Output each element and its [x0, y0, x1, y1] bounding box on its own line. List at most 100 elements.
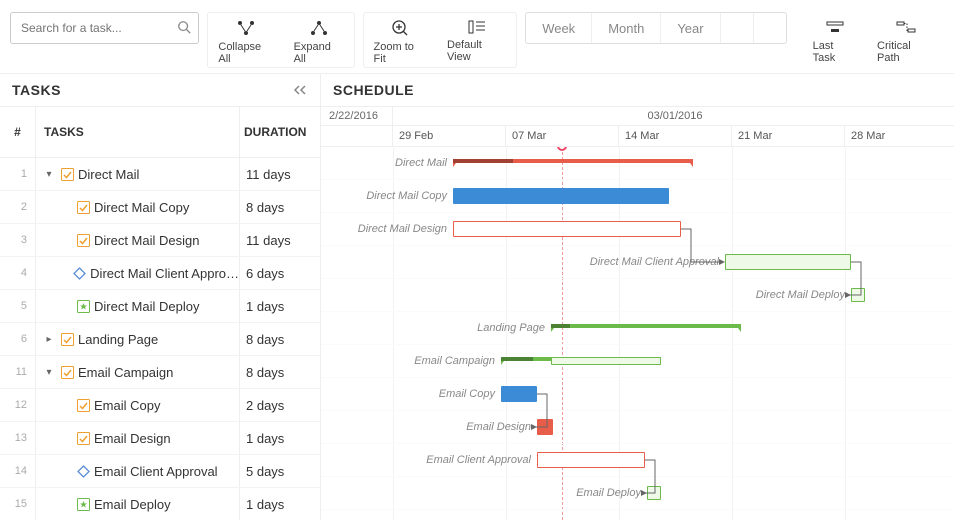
last-task-icon	[825, 18, 845, 36]
gantt-chart[interactable]: Direct MailDirect Mail CopyDirect Mail D…	[321, 147, 954, 520]
task-row[interactable]: 1▾Direct Mail11 days	[0, 158, 320, 191]
task-row[interactable]: 5Direct Mail Deploy1 days	[0, 290, 320, 323]
view-year-button[interactable]: Year	[661, 13, 720, 43]
gantt-label: Direct Mail Deploy	[725, 289, 845, 301]
task-cell[interactable]: Direct Mail Deploy	[36, 290, 240, 322]
task-cell[interactable]: Direct Mail Design	[36, 224, 240, 256]
check-orange-icon	[60, 332, 74, 346]
task-duration: 1 days	[240, 290, 320, 322]
collapse-all-label: Collapse All	[218, 41, 273, 65]
gantt-row: Direct Mail Design	[321, 213, 954, 246]
task-cell[interactable]: Direct Mail Copy	[36, 191, 240, 223]
task-row[interactable]: 3Direct Mail Design11 days	[0, 224, 320, 257]
task-row[interactable]: 6▸Landing Page8 days	[0, 323, 320, 356]
view-prev-button[interactable]	[721, 13, 754, 43]
toggle-icon[interactable]: ▾	[42, 367, 56, 378]
gantt-bar[interactable]	[725, 254, 851, 270]
task-row[interactable]: 2Direct Mail Copy8 days	[0, 191, 320, 224]
timeline-tick: 21 Mar	[732, 126, 845, 146]
search-icon[interactable]	[177, 20, 191, 34]
gantt-bar[interactable]	[537, 419, 553, 435]
gantt-label: Direct Mail Client Approval	[559, 256, 719, 268]
gantt-bar[interactable]	[537, 452, 645, 468]
task-row[interactable]: 15Email Deploy1 days	[0, 488, 320, 520]
task-row[interactable]: 14Email Client Approval5 days	[0, 455, 320, 488]
gantt-row: Direct Mail Client Approval	[321, 246, 954, 279]
task-duration: 11 days	[240, 158, 320, 190]
task-cell[interactable]: ▾Email Campaign	[36, 356, 240, 388]
last-task-label: Last Task	[813, 40, 857, 64]
task-row[interactable]: 12Email Copy2 days	[0, 389, 320, 422]
toolbar-group-view: Zoom to Fit Default View	[363, 12, 518, 68]
task-label: Direct Mail	[78, 167, 139, 182]
gantt-bar[interactable]	[453, 188, 669, 204]
check-orange-icon	[76, 233, 90, 247]
task-cell[interactable]: Email Design	[36, 422, 240, 454]
task-duration: 6 days	[240, 257, 320, 289]
timeline-tick: 14 Mar	[619, 126, 732, 146]
task-cell[interactable]: Email Copy	[36, 389, 240, 421]
timeline-tick: 07 Mar	[506, 126, 619, 146]
toggle-icon[interactable]: ▸	[42, 334, 56, 345]
task-duration: 8 days	[240, 191, 320, 223]
timeline-header-top: 2/22/2016 03/01/2016	[321, 107, 954, 126]
task-label: Direct Mail Design	[94, 233, 199, 248]
task-duration: 1 days	[240, 422, 320, 454]
timeline-ticks: 29 Feb07 Mar14 Mar21 Mar28 Mar	[321, 126, 954, 146]
expand-all-button[interactable]: Expand All	[284, 13, 354, 67]
critical-path-button[interactable]: Critical Path	[867, 12, 944, 68]
gantt-label: Direct Mail Copy	[339, 190, 447, 202]
task-label: Landing Page	[78, 332, 158, 347]
column-tasks[interactable]: TASKS	[36, 107, 240, 157]
default-view-button[interactable]: Default View	[437, 13, 516, 67]
task-duration: 2 days	[240, 389, 320, 421]
collapse-all-button[interactable]: Collapse All	[208, 13, 283, 67]
task-number: 6	[0, 323, 36, 355]
view-next-button[interactable]	[754, 13, 786, 43]
task-label: Direct Mail Client Appro…	[90, 266, 239, 281]
expand-all-label: Expand All	[294, 41, 344, 65]
gantt-row: Email Design	[321, 411, 954, 444]
check-orange-icon	[76, 200, 90, 214]
task-label: Email Deploy	[94, 497, 171, 512]
collapse-panel-icon[interactable]	[292, 84, 308, 96]
gantt-summary-bar[interactable]	[551, 324, 741, 332]
task-cell[interactable]: ▸ Landing Page	[36, 323, 240, 355]
view-month-button[interactable]: Month	[592, 13, 661, 43]
task-row[interactable]: 11▾Email Campaign8 days	[0, 356, 320, 389]
task-cell[interactable]: Direct Mail Client Appro…	[36, 257, 240, 289]
default-view-label: Default View	[447, 39, 506, 63]
task-cell[interactable]: Email Client Approval	[36, 455, 240, 487]
toggle-icon[interactable]: ▾	[42, 169, 56, 180]
task-cell[interactable]: ▾ Direct Mail	[36, 158, 240, 190]
column-duration[interactable]: DURATION	[240, 107, 320, 157]
timeline-end-date: 03/01/2016	[393, 107, 954, 125]
gantt-milestone[interactable]	[647, 486, 661, 500]
search-input[interactable]	[10, 12, 199, 44]
tasks-column-header: # TASKS DURATION	[0, 107, 320, 158]
task-number: 3	[0, 224, 36, 256]
gantt-row: Email Client Approval	[321, 444, 954, 477]
gantt-label: Email Campaign	[387, 355, 495, 367]
task-number: 13	[0, 422, 36, 454]
gantt-row: Landing Page	[321, 312, 954, 345]
task-cell[interactable]: Email Deploy	[36, 488, 240, 520]
task-row[interactable]: 13Email Design1 days	[0, 422, 320, 455]
star-green-icon	[76, 497, 90, 511]
gantt-bar[interactable]	[501, 386, 537, 402]
timeline-header: 2/22/2016 03/01/2016 29 Feb07 Mar14 Mar2…	[321, 107, 954, 147]
gantt-summary-bar[interactable]	[453, 159, 693, 167]
timeline-tick: 28 Mar	[845, 126, 954, 146]
view-week-button[interactable]: Week	[526, 13, 592, 43]
task-duration: 8 days	[240, 356, 320, 388]
zoom-to-fit-button[interactable]: Zoom to Fit	[364, 13, 437, 67]
task-row[interactable]: 4Direct Mail Client Appro…6 days	[0, 257, 320, 290]
gantt-milestone[interactable]	[851, 288, 865, 302]
gantt-bar[interactable]	[453, 221, 681, 237]
collapse-icon	[236, 19, 256, 37]
task-number: 11	[0, 356, 36, 388]
last-task-button[interactable]: Last Task	[803, 12, 867, 68]
gantt-bar[interactable]	[551, 357, 661, 365]
diamond-blue-icon	[76, 464, 90, 478]
zoom-fit-icon	[391, 19, 409, 37]
